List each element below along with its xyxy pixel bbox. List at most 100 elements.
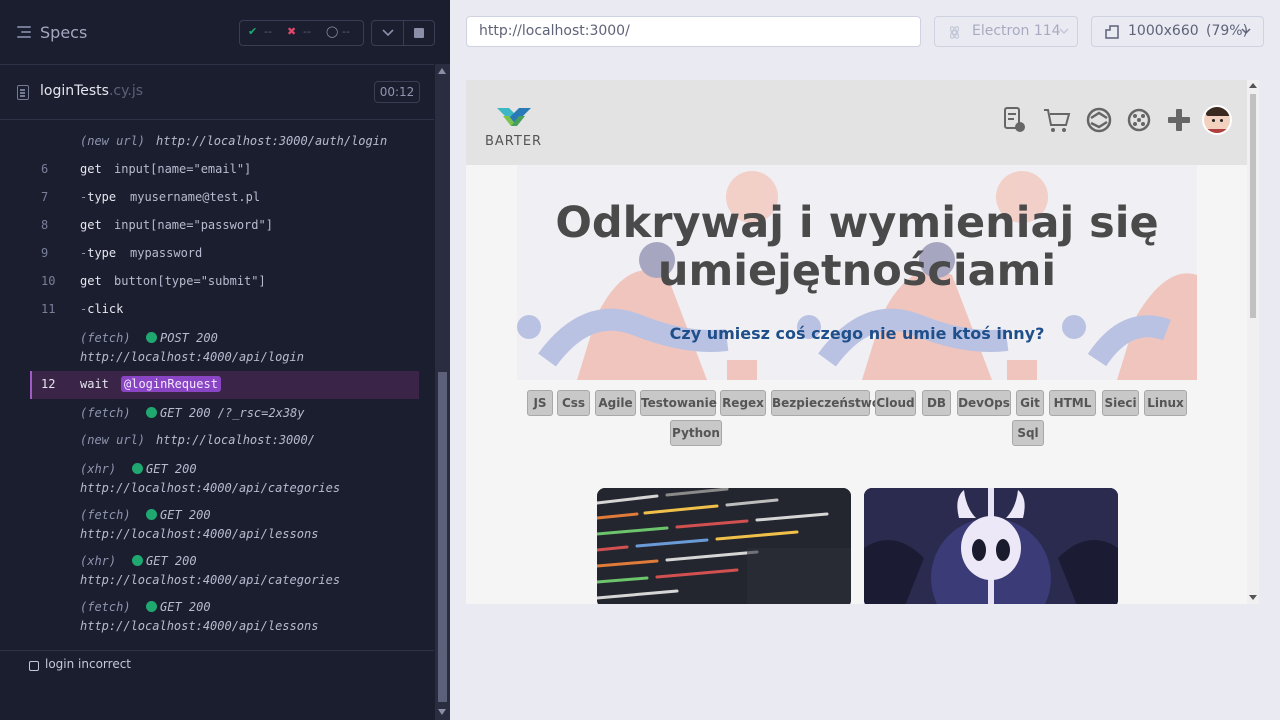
test-title: login incorrect bbox=[45, 657, 132, 671]
hero-title: Odkrywaj i wymieniaj się umiejętnościami bbox=[555, 198, 1159, 296]
tag-linux[interactable]: Linux bbox=[1144, 390, 1187, 416]
tag-regex[interactable]: Regex bbox=[720, 390, 766, 416]
tag-devops[interactable]: DevOps bbox=[957, 390, 1011, 416]
chevron-down-icon bbox=[1059, 28, 1069, 35]
command-row[interactable]: 10 get button[type="submit"] bbox=[30, 274, 419, 294]
tag-db[interactable]: DB bbox=[922, 390, 951, 416]
failed-x-icon: ✖ bbox=[287, 25, 297, 38]
status-dot-icon bbox=[146, 332, 157, 343]
status-dot-icon bbox=[146, 601, 157, 612]
request-url: http://localhost:4000/api/login bbox=[80, 350, 304, 364]
tag-git[interactable]: Git bbox=[1016, 390, 1044, 416]
command-row[interactable]: (new url) http://localhost:3000/auth/log… bbox=[30, 134, 419, 154]
reporter-panel: Specs ✔ -- ✖ -- ◯ -- loginTests.cy.js 00… bbox=[0, 0, 450, 720]
cart-icon[interactable] bbox=[1043, 106, 1071, 134]
passed-count: -- bbox=[264, 25, 272, 38]
lesson-card-game[interactable] bbox=[864, 488, 1118, 604]
command-name: get bbox=[80, 218, 102, 232]
command-row[interactable]: (fetch) GET 200 /?_rsc=2x38y bbox=[30, 406, 419, 426]
tag-html[interactable]: HTML bbox=[1049, 390, 1096, 416]
chevron-down-icon[interactable] bbox=[382, 29, 394, 37]
hero-banner: Odkrywaj i wymieniaj się umiejętnościami… bbox=[517, 165, 1197, 380]
lessons-icon[interactable] bbox=[1002, 106, 1028, 134]
command-row[interactable]: (xhr) GET 200 http://localhost:4000/api/… bbox=[30, 462, 419, 500]
viewport-selector[interactable]: 1000x660 (79%) bbox=[1091, 16, 1264, 47]
tag-python[interactable]: Python bbox=[670, 420, 722, 446]
reporter-scrollbar[interactable] bbox=[435, 64, 450, 720]
command-row[interactable]: 7 type myusername@test.pl bbox=[30, 190, 419, 210]
command-row[interactable]: 11 click bbox=[30, 302, 419, 322]
tag-sieci[interactable]: Sieci bbox=[1102, 390, 1139, 416]
request-status-text: GET 200 /?_rsc=2x38y bbox=[160, 406, 305, 420]
scroll-down-arrow-icon[interactable] bbox=[1249, 595, 1257, 600]
barter-logo-icon[interactable] bbox=[495, 102, 533, 130]
user-avatar[interactable] bbox=[1202, 105, 1232, 135]
command-row-cutoff: ... bbox=[30, 120, 419, 126]
command-name: get bbox=[80, 162, 102, 176]
request-status: GET 200 bbox=[132, 462, 197, 476]
status-dot-icon bbox=[146, 509, 157, 520]
add-icon[interactable] bbox=[1166, 106, 1192, 134]
request-status-text: POST 200 bbox=[160, 331, 218, 345]
viewport-size: 1000x660 bbox=[1128, 23, 1199, 39]
command-row-active[interactable]: 12 wait @loginRequest bbox=[30, 371, 419, 399]
tag-js[interactable]: JS bbox=[527, 390, 553, 416]
tag-sql[interactable]: Sql bbox=[1012, 420, 1044, 446]
specs-list-icon[interactable] bbox=[17, 26, 31, 38]
tag-testowanie[interactable]: Testowanie bbox=[640, 390, 717, 416]
specs-title[interactable]: Specs bbox=[40, 23, 87, 42]
test-item[interactable]: login incorrect bbox=[0, 650, 434, 681]
command-message: http://localhost:3000/ bbox=[156, 433, 315, 447]
lesson-card-code[interactable] bbox=[597, 488, 851, 604]
tag-css[interactable]: Css bbox=[557, 390, 590, 416]
pending-count: -- bbox=[342, 25, 350, 38]
scroll-thumb[interactable] bbox=[438, 372, 447, 702]
scroll-up-arrow-icon[interactable] bbox=[438, 68, 446, 74]
command-number: 9 bbox=[41, 246, 49, 260]
test-stats: ✔ -- ✖ -- ◯ -- bbox=[239, 20, 364, 46]
command-row[interactable]: (new url) http://localhost:3000/ bbox=[30, 433, 419, 453]
command-message: myusername@test.pl bbox=[130, 190, 261, 204]
tag-bezpieczenstwo[interactable]: Bezpieczeństwo bbox=[771, 390, 880, 416]
app-scroll-thumb[interactable] bbox=[1250, 94, 1256, 318]
scroll-up-arrow-icon[interactable] bbox=[1249, 83, 1257, 88]
test-status-icon bbox=[29, 661, 39, 671]
command-message: button[type="submit"] bbox=[114, 274, 266, 288]
browser-name: Electron 114 bbox=[972, 23, 1061, 39]
command-message: mypassword bbox=[130, 246, 203, 260]
code-screen-image bbox=[597, 488, 851, 604]
command-number: 10 bbox=[41, 274, 56, 288]
command-row[interactable]: 8 get input[name="password"] bbox=[30, 218, 419, 238]
command-row[interactable]: 9 type mypassword bbox=[30, 246, 419, 266]
command-row[interactable]: (fetch) GET 200 http://localhost:4000/ap… bbox=[30, 508, 419, 546]
command-name: wait bbox=[80, 377, 109, 391]
command-number: 12 bbox=[41, 377, 56, 391]
command-name: (new url) bbox=[80, 433, 146, 447]
tag-agile[interactable]: Agile bbox=[595, 390, 636, 416]
passed-check-icon: ✔ bbox=[248, 25, 258, 38]
spec-file-name[interactable]: loginTests.cy.js bbox=[40, 83, 143, 99]
command-name: (xhr) bbox=[80, 462, 117, 476]
exchange-icon[interactable] bbox=[1086, 106, 1112, 134]
specs-bar: Specs ✔ -- ✖ -- ◯ -- bbox=[0, 0, 435, 65]
hollow-knight-image bbox=[864, 488, 1118, 604]
command-name: (fetch) bbox=[80, 331, 131, 345]
command-row[interactable]: 6 get input[name="email"] bbox=[30, 162, 419, 182]
aut-url-bar[interactable]: http://localhost:3000/ bbox=[466, 16, 921, 47]
app-scrollbar[interactable] bbox=[1247, 80, 1259, 604]
command-row[interactable]: (fetch) GET 200 http://localhost:4000/ap… bbox=[30, 600, 419, 638]
categories-icon[interactable] bbox=[1126, 106, 1152, 134]
command-message: input[name="email"] bbox=[114, 162, 252, 176]
stop-button[interactable] bbox=[414, 28, 424, 38]
command-row[interactable]: (fetch) POST 200 http://localhost:4000/a… bbox=[30, 331, 419, 369]
browser-selector[interactable]: Electron 114 bbox=[934, 16, 1078, 47]
scroll-down-arrow-icon[interactable] bbox=[438, 709, 446, 715]
tag-cloud[interactable]: Cloud bbox=[875, 390, 916, 416]
command-log: ... (new url) http://localhost:3000/auth… bbox=[30, 120, 419, 639]
request-url: http://localhost:4000/api/categories bbox=[80, 573, 341, 587]
ruler-icon bbox=[1105, 25, 1119, 39]
request-status-text: GET 200 bbox=[160, 508, 211, 522]
command-number: 7 bbox=[41, 190, 49, 204]
command-row[interactable]: (xhr) GET 200 http://localhost:4000/api/… bbox=[30, 554, 419, 592]
request-url: http://localhost:4000/api/lessons bbox=[80, 619, 319, 633]
